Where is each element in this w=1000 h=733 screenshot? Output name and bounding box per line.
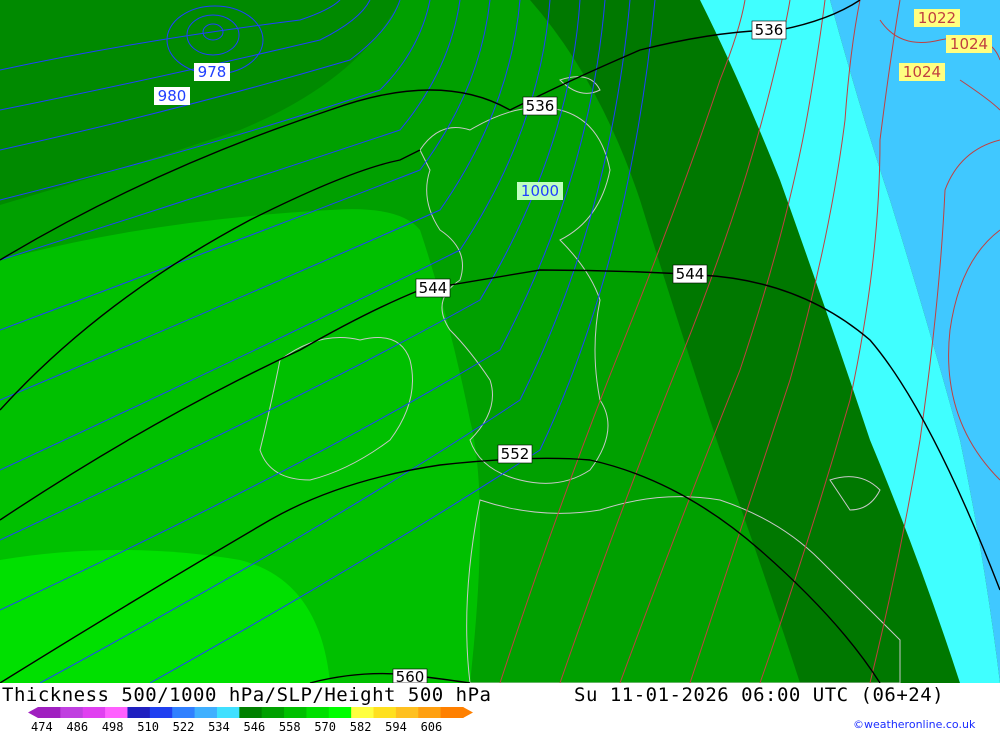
legend-swatch [149, 707, 173, 718]
slp-label: 1024 [946, 35, 992, 53]
slp-label: 1022 [914, 9, 960, 27]
svg-text:1024: 1024 [950, 35, 988, 53]
legend-swatch [418, 707, 442, 718]
legend-swatch [105, 707, 128, 718]
legend-tick-label: 474 [31, 720, 53, 733]
legend-swatch [60, 707, 84, 718]
legend-arrow-left [28, 707, 38, 718]
legend-swatch [373, 707, 397, 718]
thickness-label: 544 [415, 278, 451, 298]
legend-swatch [395, 707, 419, 718]
legend-tick-label: 498 [102, 720, 124, 733]
legend-tick-label: 582 [350, 720, 372, 733]
legend-swatches [28, 707, 473, 718]
svg-text:552: 552 [501, 445, 530, 463]
svg-text:560: 560 [396, 668, 425, 683]
legend-swatch [306, 707, 330, 718]
svg-text:980: 980 [158, 87, 187, 105]
legend-swatch [194, 707, 218, 718]
slp-label: 980 [154, 87, 190, 105]
legend-swatch [440, 707, 464, 718]
thickness-bands [0, 0, 1000, 683]
legend-tick-label: 522 [173, 720, 195, 733]
legend-swatch [328, 707, 352, 718]
legend-ticks: 474 486 498 510 522 534 546 558 570 582 594 606 [31, 720, 442, 733]
slp-label: 1024 [899, 63, 945, 81]
legend-tick-label: 534 [208, 720, 230, 733]
thickness-label: 544 [672, 264, 708, 284]
svg-text:536: 536 [526, 97, 555, 115]
slp-label: 1000 [517, 182, 563, 200]
weather-map: 536 536 544 544 552 560 978 980 1000 102… [0, 0, 1000, 683]
credit-link[interactable]: ©weatheronline.co.uk [853, 718, 975, 731]
legend-tick-label: 606 [421, 720, 443, 733]
svg-text:544: 544 [419, 279, 448, 297]
legend-swatch [38, 707, 61, 718]
valid-time: Su 11-01-2026 06:00 UTC (06+24) [574, 684, 945, 706]
svg-text:536: 536 [755, 21, 784, 39]
svg-text:978: 978 [198, 63, 227, 81]
slp-label: 978 [194, 63, 230, 81]
thickness-label: 552 [497, 444, 533, 464]
svg-text:1022: 1022 [918, 9, 956, 27]
svg-text:544: 544 [676, 265, 705, 283]
legend-tick-label: 594 [385, 720, 407, 733]
legend-swatch [216, 707, 240, 718]
legend-tick-label: 570 [314, 720, 336, 733]
legend-tick-label: 510 [137, 720, 159, 733]
legend-tick-label: 546 [244, 720, 266, 733]
svg-text:1024: 1024 [903, 63, 941, 81]
map-title: Thickness 500/1000 hPa/SLP/Height 500 hP… [2, 684, 492, 706]
legend-swatch [172, 707, 196, 718]
legend-swatch [351, 707, 375, 718]
legend-swatch [127, 707, 151, 718]
legend-arrow-right [463, 707, 473, 718]
color-legend: 474 486 498 510 522 534 546 558 570 582 594 606 [28, 707, 473, 733]
thickness-label: 536 [751, 20, 787, 40]
legend-tick-label: 558 [279, 720, 301, 733]
svg-text:1000: 1000 [521, 182, 559, 200]
thickness-label: 536 [522, 96, 558, 116]
legend-swatch [239, 707, 263, 718]
thickness-label: 560 [392, 668, 428, 683]
legend-tick-label: 486 [66, 720, 88, 733]
legend-swatch [82, 707, 106, 718]
legend-swatch [284, 707, 307, 718]
legend-swatch [261, 707, 285, 718]
